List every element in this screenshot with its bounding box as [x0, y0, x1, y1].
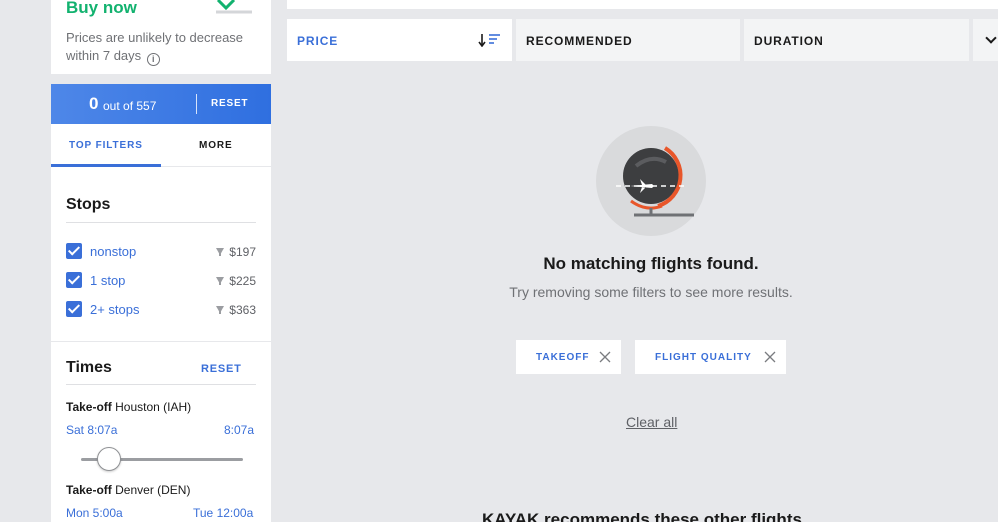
- times-title: Times: [66, 359, 112, 376]
- section-divider: [51, 341, 271, 342]
- close-icon[interactable]: [764, 351, 776, 363]
- takeoff-label: Take-off: [66, 483, 112, 497]
- sort-tab-price[interactable]: PRICE: [287, 19, 512, 61]
- filter-only-icon[interactable]: [216, 306, 224, 314]
- active-filter-chip-flight-quality[interactable]: FLIGHT QUALITY: [635, 340, 786, 374]
- sort-tab-duration[interactable]: DURATION: [744, 19, 969, 61]
- times-reset-button[interactable]: RESET: [201, 363, 242, 375]
- takeoff-denver-heading: Take-off Denver (DEN): [66, 483, 190, 497]
- filter-only-icon[interactable]: [216, 248, 224, 256]
- nonstop-checkbox[interactable]: [66, 243, 82, 259]
- takeoff-houston-heading: Take-off Houston (IAH): [66, 400, 191, 414]
- chip-label: FLIGHT QUALITY: [655, 352, 752, 363]
- houston-time-slider-handle[interactable]: [97, 447, 121, 471]
- close-icon[interactable]: [599, 351, 611, 363]
- two-plus-stops-checkbox[interactable]: [66, 301, 82, 317]
- stop-option-2-plus-stops[interactable]: 2+ stops $363: [66, 301, 256, 319]
- chip-label: TAKEOFF: [536, 352, 590, 363]
- stop-price: $197: [229, 245, 256, 259]
- stop-option-1-stop[interactable]: 1 stop $225: [66, 272, 256, 290]
- stop-label[interactable]: 2+ stops: [90, 302, 140, 317]
- filters-panel: TOP FILTERS MORE Stops nonstop $197 1 st…: [51, 124, 271, 522]
- takeoff-label: Take-off: [66, 400, 112, 414]
- price-trend-icon: [216, 0, 252, 14]
- houston-time-from: Sat 8:07a: [66, 423, 118, 437]
- divider: [66, 222, 256, 223]
- one-stop-checkbox[interactable]: [66, 272, 82, 288]
- tab-more[interactable]: MORE: [199, 140, 233, 151]
- takeoff-place: Denver (DEN): [115, 483, 191, 497]
- takeoff-place: Houston (IAH): [115, 400, 192, 414]
- result-count: 0: [89, 94, 99, 113]
- price-advice-text: Prices are unlikely to decrease within 7…: [66, 29, 256, 66]
- stop-price: $225: [229, 274, 256, 288]
- stop-label[interactable]: 1 stop: [90, 273, 125, 288]
- bar-divider: [196, 94, 197, 114]
- divider: [66, 384, 256, 385]
- sort-more-dropdown[interactable]: [973, 19, 998, 61]
- filter-only-icon[interactable]: [216, 277, 224, 285]
- sort-price-label: PRICE: [297, 34, 339, 48]
- stop-option-nonstop[interactable]: nonstop $197: [66, 243, 256, 261]
- sort-tab-recommended[interactable]: RECOMMENDED: [516, 19, 740, 61]
- reset-all-filters-button[interactable]: RESET: [211, 98, 248, 109]
- buy-now-title: Buy now: [66, 0, 137, 17]
- stop-price: $363: [229, 303, 256, 317]
- filter-results-bar: 0 out of 557 RESET: [51, 84, 271, 124]
- empty-state-title: No matching flights found.: [543, 254, 759, 273]
- denver-time-to: Tue 12:00a: [193, 506, 254, 520]
- stop-label[interactable]: nonstop: [90, 244, 136, 259]
- active-tab-indicator: [51, 164, 161, 167]
- chevron-down-icon: [985, 32, 997, 44]
- recommendations-heading: KAYAK recommends these other flights: [482, 510, 802, 522]
- clear-all-filters-link[interactable]: Clear all: [626, 414, 677, 430]
- sort-recommended-label: RECOMMENDED: [526, 34, 633, 48]
- filter-tabs: TOP FILTERS MORE: [51, 124, 271, 167]
- denver-time-from: Mon 5:00a: [66, 506, 123, 520]
- info-icon[interactable]: i: [146, 53, 160, 66]
- houston-time-to: 8:07a: [224, 423, 255, 437]
- price-advice-card: Buy now Prices are unlikely to decrease …: [51, 0, 271, 74]
- empty-state-subtitle: Try removing some filters to see more re…: [509, 284, 793, 300]
- result-total: out of 557: [103, 99, 157, 113]
- sort-duration-label: DURATION: [754, 34, 824, 48]
- active-filter-chip-takeoff[interactable]: TAKEOFF: [516, 340, 621, 374]
- sort-icon[interactable]: [478, 33, 502, 47]
- stops-title: Stops: [66, 196, 111, 213]
- no-results-globe-icon: [596, 126, 706, 236]
- tab-top-filters[interactable]: TOP FILTERS: [69, 140, 143, 151]
- results-header-strip: [287, 0, 998, 9]
